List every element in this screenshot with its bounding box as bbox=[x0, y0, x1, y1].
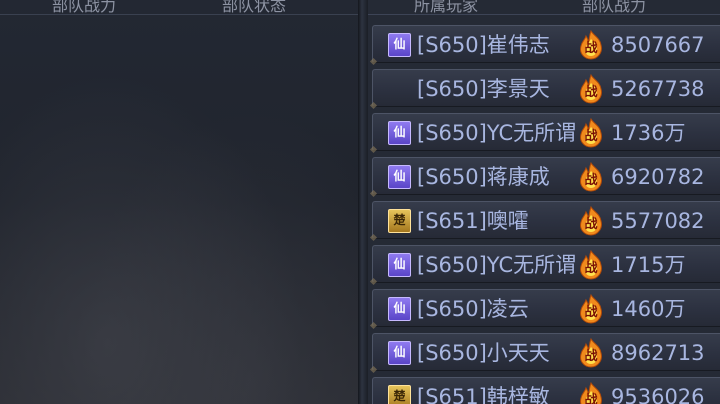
battle-fire-icon: 战 bbox=[580, 250, 602, 280]
battle-label: 战 bbox=[584, 304, 597, 320]
player-row[interactable]: 楚 [S651]韩梓敏 战 9536026 bbox=[372, 377, 720, 404]
battle-label: 战 bbox=[584, 392, 597, 404]
left-header-troop-power: 部队战力 bbox=[52, 0, 117, 15]
battle-fire-icon: 战 bbox=[580, 118, 602, 148]
battle-label: 战 bbox=[584, 348, 597, 364]
xian-faction-badge: 仙 bbox=[388, 165, 411, 189]
player-name: [S650]凌云 bbox=[417, 297, 529, 321]
player-name: [S650]YC无所谓 bbox=[417, 253, 577, 277]
battle-fire-icon: 战 bbox=[580, 338, 602, 368]
left-panel: 部队战力 部队状态 bbox=[0, 0, 358, 404]
troop-power-value: 5267738 bbox=[611, 77, 705, 101]
player-row[interactable]: 仙 [S650]凌云 战 1460万 bbox=[372, 289, 720, 327]
right-header-player: 所属玩家 bbox=[414, 0, 479, 15]
troop-power-value: 9536026 bbox=[611, 385, 705, 404]
player-row[interactable]: 仙 [S650]崔伟志 战 8507667 bbox=[372, 25, 720, 63]
xian-faction-badge: 仙 bbox=[388, 297, 411, 321]
player-row[interactable]: [S650]李景天 战 5267738 bbox=[372, 69, 720, 107]
battle-label: 战 bbox=[584, 216, 597, 232]
player-name: [S650]YC无所谓 bbox=[417, 121, 577, 145]
troop-power-value: 8962713 bbox=[611, 341, 705, 365]
chu-faction-badge: 楚 bbox=[388, 209, 411, 233]
player-row[interactable]: 仙 [S650]蒋康成 战 6920782 bbox=[372, 157, 720, 195]
troop-power-value: 8507667 bbox=[611, 33, 705, 57]
player-name: [S650]小天天 bbox=[417, 341, 550, 365]
troop-power-value: 1736万 bbox=[611, 121, 686, 145]
player-row[interactable]: 仙 [S650]小天天 战 8962713 bbox=[372, 333, 720, 371]
troop-power-value: 6920782 bbox=[611, 165, 705, 189]
battle-label: 战 bbox=[584, 172, 597, 188]
player-name: [S651]韩梓敏 bbox=[417, 385, 550, 404]
battle-fire-icon: 战 bbox=[580, 206, 602, 236]
battle-label: 战 bbox=[584, 84, 597, 100]
xian-faction-badge: 仙 bbox=[388, 341, 411, 365]
right-column-header: 所属玩家 部队战力 bbox=[368, 0, 720, 15]
player-name: [S651]噢嚯 bbox=[417, 209, 529, 233]
battle-fire-icon: 战 bbox=[580, 382, 602, 404]
player-name: [S650]李景天 bbox=[417, 77, 550, 101]
battle-label: 战 bbox=[584, 260, 597, 276]
right-header-troop-power: 部队战力 bbox=[582, 0, 647, 15]
xian-faction-badge: 仙 bbox=[388, 121, 411, 145]
guild-troop-screen: 部队战力 部队状态 所属玩家 部队战力 仙 [S650]崔伟志战 8507667 [S… bbox=[0, 0, 720, 404]
player-name: [S650]蒋康成 bbox=[417, 165, 550, 189]
troop-power-value: 1460万 bbox=[611, 297, 686, 321]
xian-faction-badge: 仙 bbox=[388, 253, 411, 277]
player-row[interactable]: 仙 [S650]YC无所谓战 1715万 bbox=[372, 245, 720, 283]
battle-label: 战 bbox=[584, 128, 597, 144]
troop-power-value: 1715万 bbox=[611, 253, 686, 277]
battle-fire-icon: 战 bbox=[580, 162, 602, 192]
chu-faction-badge: 楚 bbox=[388, 385, 411, 404]
panel-divider bbox=[358, 0, 368, 404]
player-name: [S650]崔伟志 bbox=[417, 33, 550, 57]
battle-fire-icon: 战 bbox=[580, 294, 602, 324]
troop-power-value: 5577082 bbox=[611, 209, 705, 233]
battle-fire-icon: 战 bbox=[580, 30, 602, 60]
xian-faction-badge: 仙 bbox=[388, 33, 411, 57]
battle-label: 战 bbox=[584, 40, 597, 56]
left-column-header: 部队战力 部队状态 bbox=[0, 0, 358, 15]
battle-fire-icon: 战 bbox=[580, 74, 602, 104]
left-header-troop-status: 部队状态 bbox=[222, 0, 287, 15]
player-row[interactable]: 楚 [S651]噢嚯 战 5577082 bbox=[372, 201, 720, 239]
player-row[interactable]: 仙 [S650]YC无所谓战 1736万 bbox=[372, 113, 720, 151]
